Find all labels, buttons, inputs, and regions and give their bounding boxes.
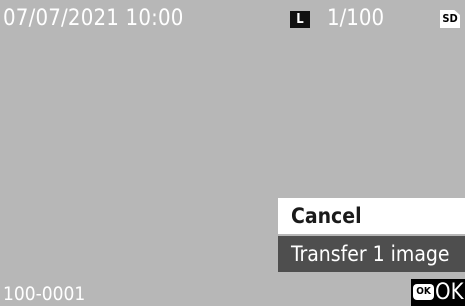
ok-button[interactable]: OK OK [411, 279, 465, 306]
cancel-menu-item[interactable]: Cancel [278, 198, 465, 234]
capture-datetime: 07/07/2021 10:00 [3, 6, 184, 31]
ok-label: OK [435, 280, 464, 305]
image-size-badge: L [290, 11, 310, 28]
status-bar: 07/07/2021 10:00 L 1/100 SD [0, 0, 465, 36]
shutter-speed: 1/100 [327, 6, 385, 31]
ok-button-icon: OK [413, 284, 434, 300]
transfer-image-menu-item[interactable]: Transfer 1 image [278, 236, 465, 272]
sd-card-icon: SD [440, 10, 460, 28]
camera-screen: 07/07/2021 10:00 L 1/100 SD Cancel Trans… [0, 0, 465, 306]
transfer-menu: Cancel Transfer 1 image [278, 198, 465, 274]
file-number: 100-0001 [3, 283, 86, 305]
